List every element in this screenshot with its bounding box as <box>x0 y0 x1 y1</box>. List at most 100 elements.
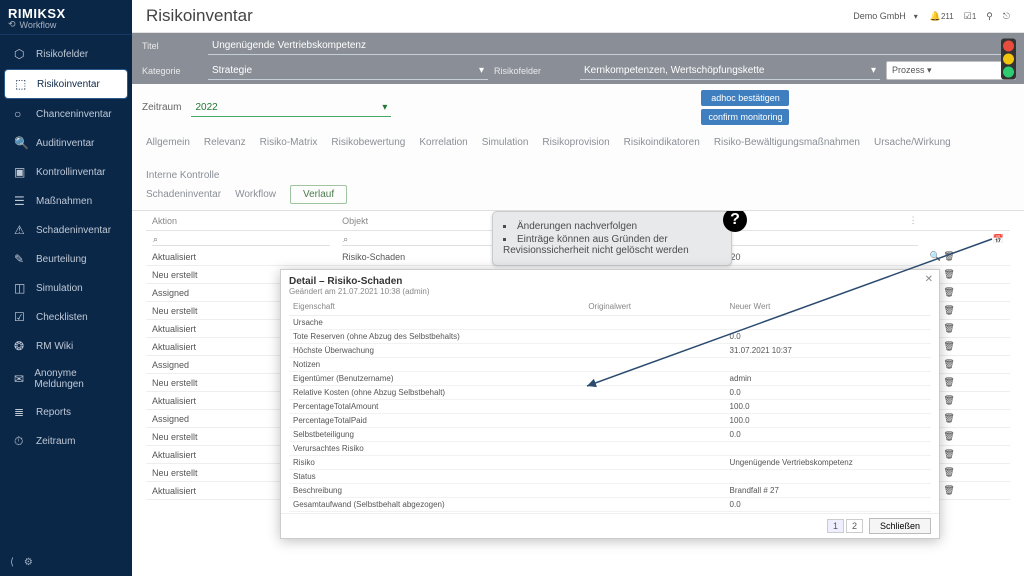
tab-ursache/wirkung[interactable]: Ursache/Wirkung <box>874 133 951 152</box>
nav-icon: ✎ <box>14 252 28 266</box>
delete-icon[interactable]: 🗑 <box>943 377 954 387</box>
logout-icon[interactable]: ⎋ <box>1003 11 1010 22</box>
sidebar-item-maßnahmen[interactable]: ☰Maßnahmen <box>4 187 128 215</box>
nav-icon: ✉ <box>14 372 26 386</box>
traffic-yellow-icon <box>1003 53 1014 64</box>
modal-row: Relative Kosten (ohne Abzug Selbstbehalt… <box>289 386 931 400</box>
sidebar-item-checklisten[interactable]: ☑Checklisten <box>4 303 128 331</box>
tab-risikoindikatoren[interactable]: Risikoindikatoren <box>624 133 700 152</box>
nav-icon: ⬡ <box>14 47 28 61</box>
sidebar-item-simulation[interactable]: ◫Simulation <box>4 274 128 302</box>
info-tooltip: Änderungen nachverfolgen Einträge können… <box>492 211 732 266</box>
modal-close-icon[interactable]: ✕ <box>925 274 933 285</box>
tab-korrelation[interactable]: Korrelation <box>419 133 467 152</box>
delete-icon[interactable]: 🗑 <box>943 359 954 369</box>
brand-sub: ⟲ Workflow <box>8 19 124 30</box>
nav-icon: ≣ <box>14 405 28 419</box>
modal-row: BeschreibungBrandfall # 27 <box>289 484 931 498</box>
tab-simulation[interactable]: Simulation <box>482 133 529 152</box>
modal-row: PercentageTotalAmount100.0 <box>289 400 931 414</box>
nav-icon: ◫ <box>14 281 28 295</box>
detail-modal: ✕ Detail – Risiko-Schaden Geändert am 21… <box>280 269 940 539</box>
year-dropdown[interactable]: 2022▾ <box>191 99 391 117</box>
modal-row: Höchste Überwachung31.07.2021 10:37 <box>289 344 931 358</box>
traffic-green-icon <box>1003 66 1014 77</box>
modal-title: Detail – Risiko-Schaden <box>289 276 402 287</box>
modal-row: Verursachtes Risiko <box>289 442 931 456</box>
view-icon[interactable]: 🔍 <box>930 251 941 261</box>
title-field[interactable]: Ungenügende Vertriebskompetenz <box>208 37 1016 55</box>
delete-icon[interactable]: 🗑 <box>943 251 954 261</box>
brand-logo: RIMIKSX ⟲ Workflow <box>0 0 132 35</box>
bell-icon[interactable]: 🔔211 <box>930 11 954 22</box>
delete-icon[interactable]: 🗑 <box>943 449 954 459</box>
modal-row: PercentageTotalPaid100.0 <box>289 414 931 428</box>
tab-verlauf[interactable]: Verlauf <box>290 185 347 204</box>
sidebar-item-beurteilung[interactable]: ✎Beurteilung <box>4 245 128 273</box>
sidebar-item-kontrollinventar[interactable]: ▣Kontrollinventar <box>4 158 128 186</box>
sidebar-item-reports[interactable]: ≣Reports <box>4 398 128 426</box>
modal-row: RisikoUngenügende Vertriebskompetenz <box>289 456 931 470</box>
tenant-dropdown[interactable]: Demo GmbH <box>853 11 918 21</box>
tab-risikoprovision[interactable]: Risikoprovision <box>542 133 609 152</box>
col-action[interactable]: Aktion <box>146 211 336 231</box>
modal-close-button[interactable]: Schließen <box>869 518 931 534</box>
modal-row: Tote Reserven (ohne Abzug des Selbstbeha… <box>289 330 931 344</box>
sidebar: RIMIKSX ⟲ Workflow ⬡Risikofelder⬚Risikoi… <box>0 0 132 576</box>
delete-icon[interactable]: 🗑 <box>943 431 954 441</box>
tab-allgemein[interactable]: Allgemein <box>146 133 190 152</box>
tab-bar: Allgemein Relevanz Risiko-Matrix Risikobewe… <box>132 131 1024 185</box>
org-icon[interactable]: ⚲ <box>986 11 993 22</box>
delete-icon[interactable]: 🗑 <box>943 395 954 405</box>
modal-row: Notizen <box>289 358 931 372</box>
process-dropdown[interactable]: Prozess ▾ <box>886 61 1016 80</box>
modal-row: Eigentümer (Benutzername)admin <box>289 372 931 386</box>
sidebar-item-risikofelder[interactable]: ⬡Risikofelder <box>4 40 128 68</box>
confirm-monitoring-button[interactable]: confirm monitoring <box>701 109 789 125</box>
zeitraum-label: Zeitraum <box>142 102 181 113</box>
tab-risiko-matrix[interactable]: Risiko-Matrix <box>260 133 318 152</box>
delete-icon[interactable]: 🗑 <box>943 305 954 315</box>
traffic-red-icon <box>1003 40 1014 51</box>
nav-icon: ○ <box>14 107 28 121</box>
search-action[interactable] <box>152 233 330 246</box>
delete-icon[interactable]: 🗑 <box>943 287 954 297</box>
sidebar-item-schadeninventar[interactable]: ⚠Schadeninventar <box>4 216 128 244</box>
gear-icon[interactable]: ⚙ <box>24 557 33 568</box>
sub-tab-bar: Schadeninventar Workflow Verlauf <box>132 185 1024 211</box>
modal-row: Gesamtaufwand (Selbstbehalt abgezogen)0.… <box>289 498 931 512</box>
delete-icon[interactable]: 🗑 <box>943 269 954 279</box>
sidebar-item-chanceninventar[interactable]: ○Chanceninventar <box>4 100 128 128</box>
sidebar-item-risikoinventar[interactable]: ⬚Risikoinventar <box>4 69 128 99</box>
meta-bar: Titel Ungenügende Vertriebskompetenz Kat… <box>132 33 1024 84</box>
delete-icon[interactable]: 🗑 <box>943 341 954 351</box>
sidebar-item-rm wiki[interactable]: ❂RM Wiki <box>4 332 128 360</box>
adhoc-button[interactable]: adhoc bestätigen <box>701 90 789 106</box>
nav-icon: ⏱ <box>14 434 28 448</box>
title-label: Titel <box>142 41 202 51</box>
delete-icon[interactable]: 🗑 <box>943 485 954 495</box>
riskfield-label: Risikofelder <box>494 66 574 76</box>
tab-schadeninventar[interactable]: Schadeninventar <box>146 189 221 200</box>
tab-workflow[interactable]: Workflow <box>235 189 276 200</box>
back-icon[interactable]: ⟨ <box>10 557 14 568</box>
category-dropdown[interactable]: Strategie▾ <box>208 62 488 80</box>
nav-icon: ❂ <box>14 339 28 353</box>
traffic-light <box>1001 38 1016 79</box>
page-title: Risikoinventar <box>146 6 253 26</box>
sidebar-item-zeitraum[interactable]: ⏱Zeitraum <box>4 427 128 455</box>
modal-pager[interactable]: 12 <box>827 519 863 533</box>
delete-icon[interactable]: 🗑 <box>943 413 954 423</box>
sidebar-item-auditinventar[interactable]: 🔍Auditinventar <box>4 129 128 157</box>
checklist-icon[interactable]: ☑1 <box>964 11 977 22</box>
tab-relevanz[interactable]: Relevanz <box>204 133 246 152</box>
tab-risiko-bewältigungsmaßnahmen[interactable]: Risiko-Bewältigungsmaßnahmen <box>714 133 860 152</box>
delete-icon[interactable]: 🗑 <box>943 467 954 477</box>
sidebar-footer: ⟨ ⚙ <box>0 549 132 576</box>
modal-subtitle: Geändert am 21.07.2021 10:38 (admin) <box>289 287 430 296</box>
delete-icon[interactable]: 🗑 <box>943 323 954 333</box>
tab-interne kontrolle[interactable]: Interne Kontrolle <box>146 166 219 185</box>
riskfield-dropdown[interactable]: Kernkompetenzen, Wertschöpfungskette▾ <box>580 62 880 80</box>
tab-risikobewertung[interactable]: Risikobewertung <box>331 133 405 152</box>
sidebar-item-anonyme meldungen[interactable]: ✉Anonyme Meldungen <box>4 361 128 397</box>
